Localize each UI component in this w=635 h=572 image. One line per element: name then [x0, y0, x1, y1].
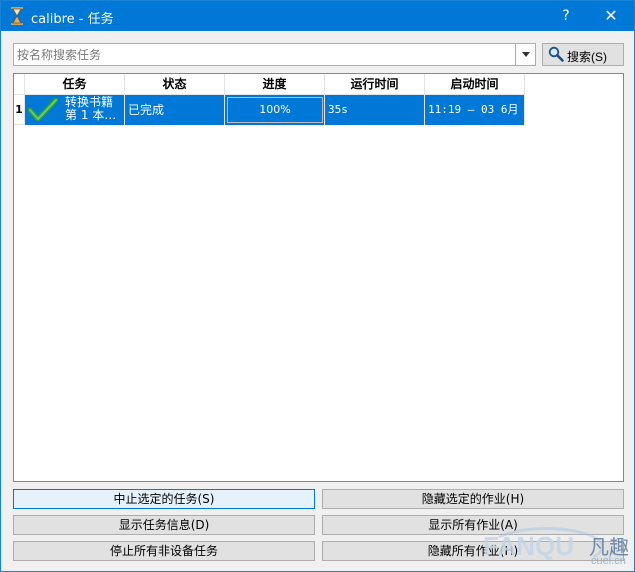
window-title: calibre - 任务 — [31, 12, 114, 27]
task-description: 转换书籍 第 1 本… — [65, 96, 124, 122]
row-header[interactable]: 1 — [14, 95, 25, 125]
search-icon — [548, 46, 564, 62]
show-all-jobs-button[interactable]: 显示所有作业(A) — [322, 515, 624, 535]
search-button-label: 搜索(S) — [567, 50, 607, 64]
task-line-2: 第 1 本… — [65, 108, 117, 122]
column-header-progress[interactable]: 进度 — [225, 74, 325, 95]
search-button[interactable]: 搜索(S) — [542, 43, 624, 66]
hourglass-icon — [11, 7, 23, 25]
jobs-window: calibre - 任务 ? ✕ 搜索(S) 任务 状态 进度 运行时间 启动时… — [0, 0, 635, 572]
check-icon — [28, 98, 58, 122]
search-input[interactable] — [17, 46, 515, 63]
progress-text: 100% — [259, 103, 291, 116]
status-cell[interactable]: 已完成 — [125, 95, 225, 125]
progress-cell[interactable]: 100% — [225, 95, 325, 125]
title-bar[interactable]: calibre - 任务 ? ✕ — [1, 1, 634, 31]
hide-selected-jobs-button[interactable]: 隐藏选定的作业(H) — [322, 489, 624, 509]
search-combobox[interactable] — [13, 43, 536, 66]
show-job-details-button[interactable]: 显示任务信息(D) — [13, 515, 315, 535]
table-corner — [14, 74, 25, 95]
run-time-cell[interactable]: 35s — [325, 95, 425, 125]
column-header-run-time[interactable]: 运行时间 — [325, 74, 425, 95]
chevron-down-icon[interactable] — [515, 44, 535, 65]
help-button[interactable]: ? — [543, 1, 589, 31]
stop-non-device-jobs-button[interactable]: 停止所有非设备任务 — [13, 541, 315, 561]
table-row[interactable]: 转换书籍 第 1 本… — [25, 95, 125, 125]
jobs-table[interactable]: 任务 状态 进度 运行时间 启动时间 1 转换书籍 第 1 本… 已完成 100… — [13, 73, 624, 482]
progress-bar: 100% — [227, 97, 323, 123]
stop-selected-jobs-button[interactable]: 中止选定的任务(S) — [13, 489, 315, 509]
hide-all-jobs-button[interactable]: 隐藏所有作业(H) — [322, 541, 624, 561]
start-time-cell[interactable]: 11:19 — 03 6月 — [425, 95, 525, 125]
close-button[interactable]: ✕ — [588, 1, 634, 31]
column-header-task[interactable]: 任务 — [25, 74, 125, 95]
column-header-start-time[interactable]: 启动时间 — [425, 74, 525, 95]
column-header-status[interactable]: 状态 — [125, 74, 225, 95]
